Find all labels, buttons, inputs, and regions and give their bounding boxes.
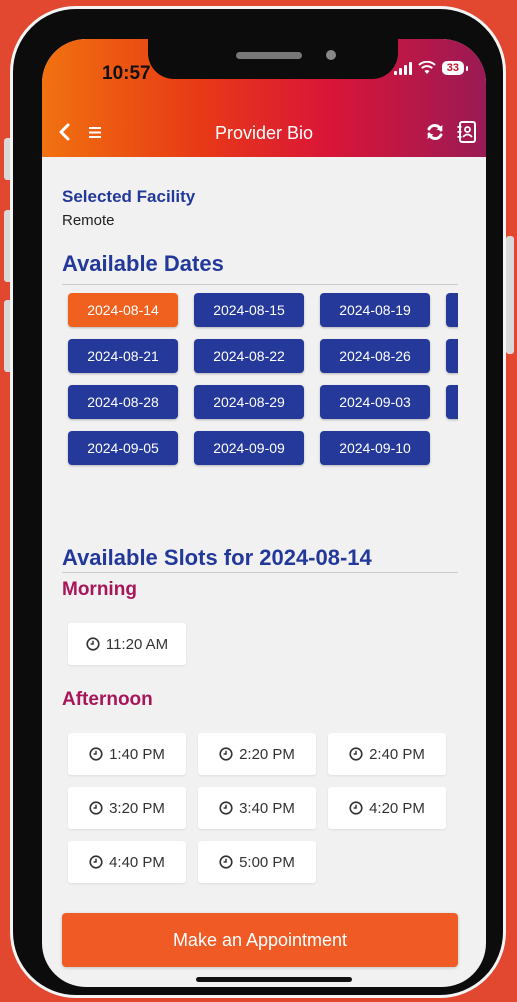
date-chip[interactable]: 2024-08-15 (194, 293, 304, 327)
clock-icon (219, 747, 233, 761)
clock-icon (89, 747, 103, 761)
provider-content: Selected Facility Remote Available Dates… (62, 157, 458, 895)
slots-divider (62, 572, 458, 573)
clock-icon (349, 801, 363, 815)
dates-heading: Available Dates (62, 251, 224, 276)
time-slot-button[interactable]: 11:20 AM (68, 623, 186, 665)
time-slot-label: 5:00 PM (239, 853, 295, 871)
dates-grid: 2024-08-14 2024-08-15 2024-08-19 20 2024-08-… (62, 293, 458, 477)
app-bar: Provider Bio (42, 119, 486, 149)
home-indicator (196, 977, 352, 982)
time-slot-label: 3:20 PM (109, 799, 165, 817)
time-slot-button[interactable]: 2:40 PM (328, 733, 446, 775)
date-chip[interactable]: 20 (446, 339, 458, 373)
page-title: Provider Bio (214, 123, 314, 143)
date-chip[interactable]: 2024-09-09 (194, 431, 304, 465)
afternoon-label: Afternoon (62, 689, 153, 710)
time-slot-label: 4:40 PM (109, 853, 165, 871)
morning-label: Morning (62, 579, 137, 600)
time-slot-label: 2:20 PM (239, 745, 295, 763)
make-appointment-button[interactable]: Make an Appointment (62, 913, 458, 967)
time-slot-button[interactable]: 4:40 PM (68, 841, 186, 883)
time-slot-label: 2:40 PM (369, 745, 425, 763)
afternoon-slots: 1:40 PM 2:20 PM 2:40 PM 3:20 PM 3:40 PM 4:20 … (68, 733, 468, 895)
date-chip[interactable]: 20 (446, 293, 458, 327)
clock-icon (89, 855, 103, 869)
date-chip[interactable]: 2024-08-29 (194, 385, 304, 419)
date-chip[interactable]: 2024-08-22 (194, 339, 304, 373)
slots-heading: Available Slots for 2024-08-14 (62, 545, 372, 570)
phone-power-button (506, 236, 514, 354)
status-time: 10:57 (102, 63, 151, 84)
speaker-grille (236, 52, 302, 59)
clock-icon (219, 801, 233, 815)
time-slot-label: 4:20 PM (369, 799, 425, 817)
date-chip[interactable]: 2024-08-14 (68, 293, 178, 327)
time-slot-button[interactable]: 1:40 PM (68, 733, 186, 775)
wifi-icon (418, 61, 436, 74)
status-icons: 33 (393, 61, 469, 75)
phone-frame: 10:57 33 Provider Bio Selected Facility … (10, 6, 506, 998)
time-slot-label: 11:20 AM (105, 635, 169, 653)
date-chip[interactable]: 2024-09-10 (320, 431, 430, 465)
date-chip[interactable]: 2024-08-21 (68, 339, 178, 373)
morning-slots: 11:20 AM (68, 623, 468, 677)
time-slot-label: 3:40 PM (239, 799, 295, 817)
dates-divider (62, 284, 458, 285)
battery-icon: 33 (441, 61, 469, 75)
phone-notch (148, 39, 398, 79)
clock-icon (219, 855, 233, 869)
facility-label: Selected Facility (62, 187, 196, 206)
time-slot-button[interactable]: 3:40 PM (198, 787, 316, 829)
date-chip[interactable]: 20 (446, 385, 458, 419)
time-slot-button[interactable]: 5:00 PM (198, 841, 316, 883)
time-slot-button[interactable]: 3:20 PM (68, 787, 186, 829)
time-slot-button[interactable]: 2:20 PM (198, 733, 316, 775)
date-chip[interactable]: 2024-09-05 (68, 431, 178, 465)
facility-value: Remote (62, 212, 115, 229)
date-chip[interactable]: 2024-09-03 (320, 385, 430, 419)
time-slot-label: 1:40 PM (109, 745, 165, 763)
clock-icon (86, 637, 100, 651)
date-chip[interactable]: 2024-08-26 (320, 339, 430, 373)
refresh-icon[interactable] (424, 121, 446, 143)
dates-scroll-area[interactable]: 2024-08-14 2024-08-15 2024-08-19 20 2024-08-… (62, 293, 458, 477)
front-camera (326, 50, 336, 60)
time-slot-button[interactable]: 4:20 PM (328, 787, 446, 829)
date-chip[interactable]: 2024-08-19 (320, 293, 430, 327)
clock-icon (89, 801, 103, 815)
clock-icon (349, 747, 363, 761)
cellular-signal-icon (393, 61, 412, 75)
contact-card-icon[interactable] (456, 120, 478, 144)
app-screen: 10:57 33 Provider Bio Selected Facility … (42, 39, 486, 987)
date-chip[interactable]: 2024-08-28 (68, 385, 178, 419)
